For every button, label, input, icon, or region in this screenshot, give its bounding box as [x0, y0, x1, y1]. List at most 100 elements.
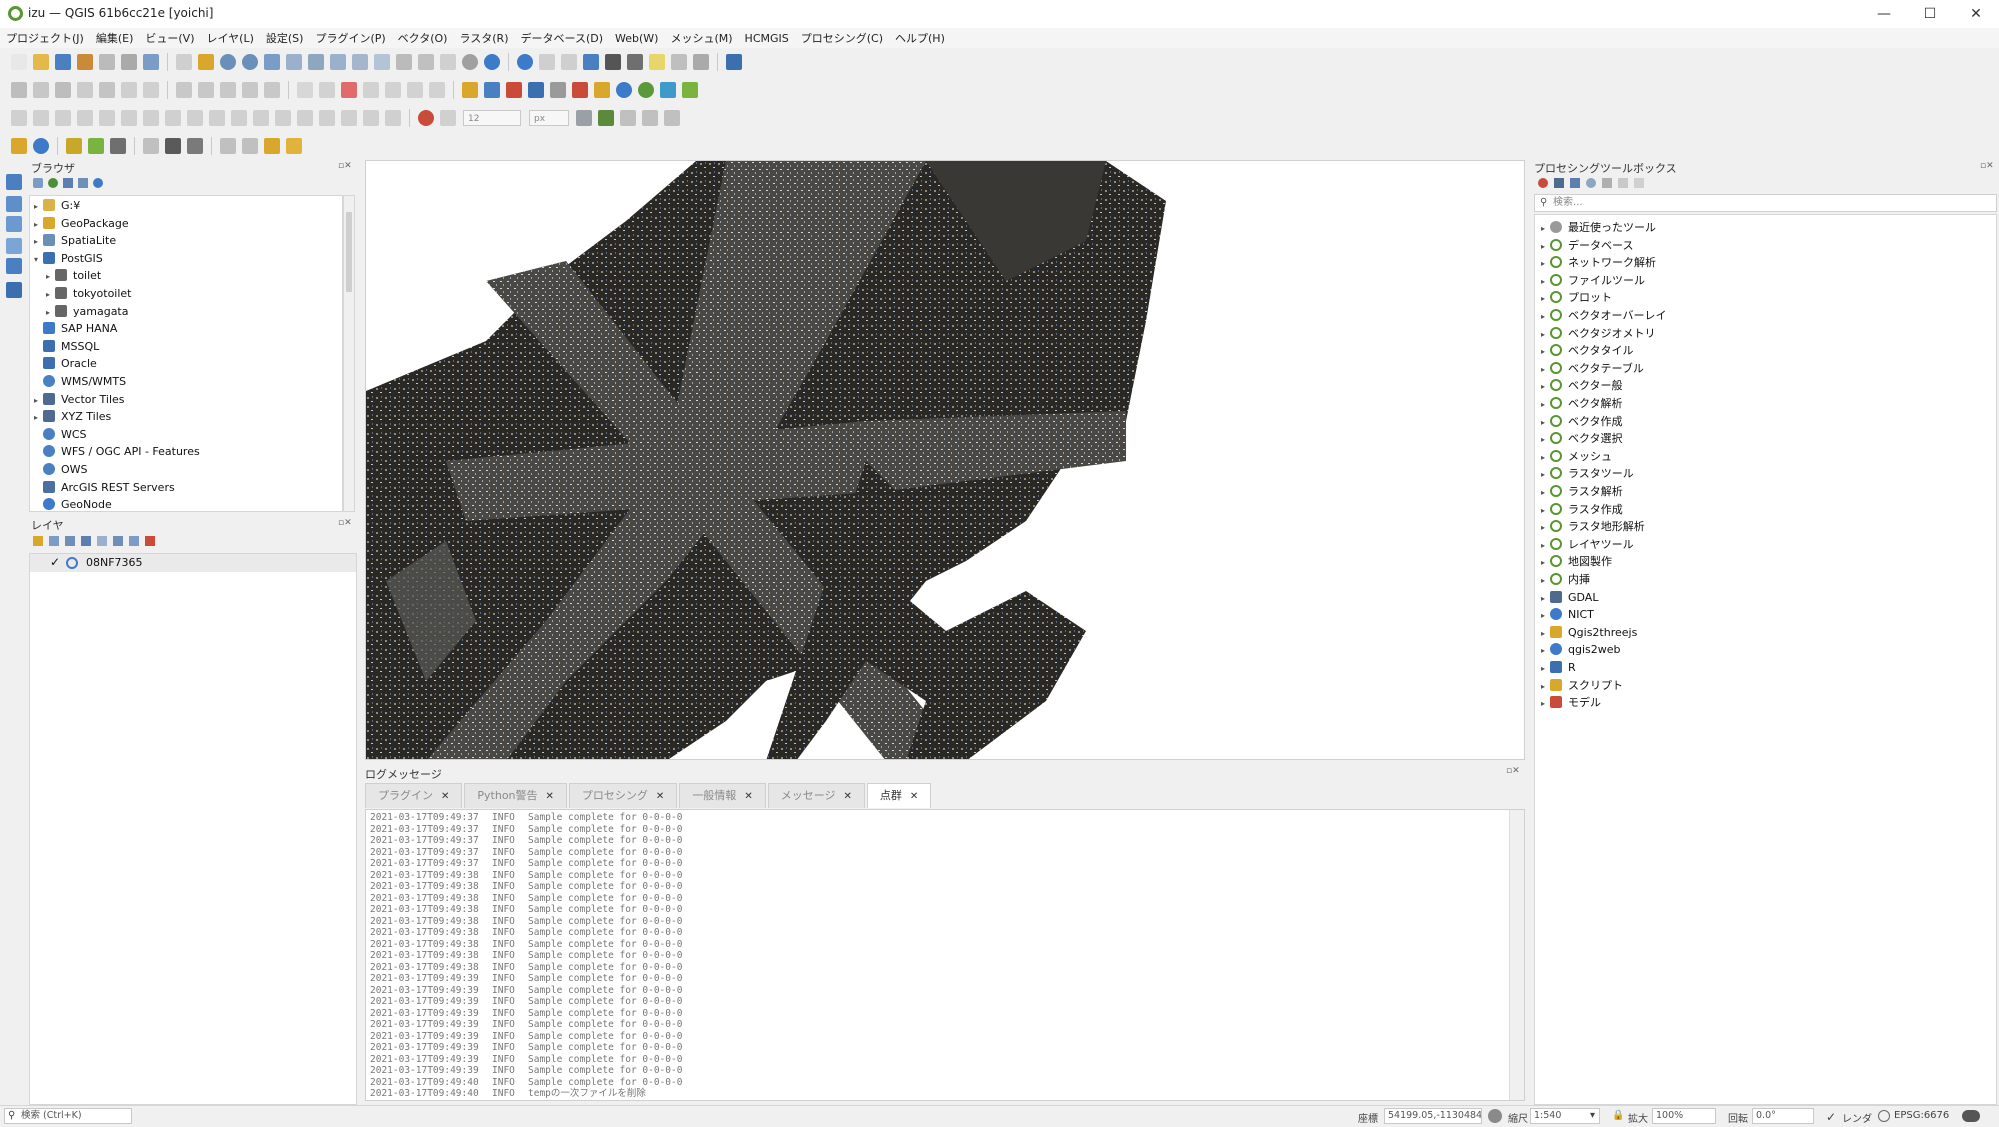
- processing-group[interactable]: ▸ qgis2web: [1541, 641, 1621, 658]
- browser-item[interactable]: WCS: [34, 426, 87, 443]
- refresh-icon[interactable]: [484, 54, 500, 70]
- browser-item[interactable]: ▸ GeoPackage: [34, 215, 129, 232]
- remove-layer-icon[interactable]: [145, 536, 155, 546]
- toggle-extents-icon[interactable]: [1488, 1109, 1502, 1123]
- split-parts-icon[interactable]: [143, 110, 159, 126]
- chevron-right-icon[interactable]: ▸: [1541, 554, 1550, 571]
- chevron-right-icon[interactable]: ▸: [34, 409, 43, 426]
- self-snap-icon[interactable]: [576, 110, 592, 126]
- chevron-right-icon[interactable]: ▸: [1541, 695, 1550, 712]
- merge-attr-icon[interactable]: [187, 110, 203, 126]
- select-icon[interactable]: [539, 54, 555, 70]
- pin-icon[interactable]: [594, 82, 610, 98]
- expand-all-icon[interactable]: [113, 536, 123, 546]
- close-tab-icon[interactable]: ✕: [546, 791, 554, 802]
- hcmgis-tool-icon[interactable]: [88, 138, 104, 154]
- chevron-down-icon[interactable]: ▾: [34, 251, 43, 268]
- rotate-icon[interactable]: [220, 82, 236, 98]
- advanced-digitize-icon[interactable]: [11, 110, 27, 126]
- processing-group[interactable]: ▸ ベクタテーブル: [1541, 360, 1644, 377]
- log-tab[interactable]: プロセシング ✕: [568, 783, 678, 808]
- chevron-right-icon[interactable]: ▸: [1541, 590, 1550, 607]
- plugin-icon[interactable]: [506, 82, 522, 98]
- chevron-right-icon[interactable]: ▸: [1541, 290, 1550, 307]
- browser-item[interactable]: ▸ SpatiaLite: [34, 232, 116, 249]
- properties-icon[interactable]: [93, 178, 103, 188]
- print-layout-icon[interactable]: [99, 54, 115, 70]
- chevron-right-icon[interactable]: ▸: [34, 216, 43, 233]
- zoom-selection-icon[interactable]: [286, 54, 302, 70]
- maximize-button[interactable]: ☐: [1912, 4, 1948, 24]
- browser-item[interactable]: ▾ PostGIS: [34, 250, 103, 267]
- wrench-icon[interactable]: [1634, 178, 1644, 188]
- processing-group[interactable]: ▸ データベース: [1541, 237, 1633, 254]
- locator-search-input[interactable]: 検索 (Ctrl+K): [4, 1108, 132, 1124]
- log-tab[interactable]: 点群 ✕: [866, 783, 932, 808]
- quick-osm-icon[interactable]: [550, 82, 566, 98]
- copy-move-icon[interactable]: [55, 110, 71, 126]
- processing-group[interactable]: ▸ ファイルツール: [1541, 272, 1645, 289]
- snapping-layer-icon[interactable]: [440, 110, 456, 126]
- close-tab-icon[interactable]: ✕: [656, 791, 664, 802]
- reverse-icon[interactable]: [253, 110, 269, 126]
- delete-part-icon[interactable]: [319, 110, 335, 126]
- minimize-button[interactable]: —: [1866, 4, 1902, 24]
- chevron-right-icon[interactable]: ▸: [1541, 678, 1550, 695]
- edit-pencil-icon[interactable]: [33, 82, 49, 98]
- label-dia-icon[interactable]: [429, 82, 445, 98]
- zoom-out-icon[interactable]: [242, 54, 258, 70]
- chevron-right-icon[interactable]: ▸: [1541, 431, 1550, 448]
- panel-dock-buttons[interactable]: ▫✕: [338, 518, 352, 528]
- add-mesh-layer-icon[interactable]: [6, 238, 22, 254]
- zoom-in-icon[interactable]: [220, 54, 236, 70]
- temporal-icon[interactable]: [462, 54, 478, 70]
- layer-row[interactable]: ✓ 08NF7365: [30, 554, 356, 572]
- merge-icon[interactable]: [165, 110, 181, 126]
- menu-item[interactable]: ヘルプ(H): [895, 30, 945, 46]
- menu-item[interactable]: ビュー(V): [145, 30, 194, 46]
- browser-item[interactable]: ▸ yamagata: [46, 303, 128, 320]
- close-tab-icon[interactable]: ✕: [843, 791, 851, 802]
- panel-dock-buttons[interactable]: ▫✕: [338, 161, 352, 171]
- chevron-down-icon[interactable]: ▾: [1590, 1110, 1595, 1121]
- deselect-icon[interactable]: [561, 54, 577, 70]
- browser-item[interactable]: SAP HANA: [34, 320, 117, 337]
- vertex-editor-icon[interactable]: [110, 138, 126, 154]
- log-tab[interactable]: メッセージ ✕: [767, 783, 865, 808]
- qgis2threejs-icon[interactable]: [462, 82, 478, 98]
- chevron-right-icon[interactable]: ▸: [1541, 220, 1550, 237]
- close-tab-icon[interactable]: ✕: [441, 791, 449, 802]
- label-icon[interactable]: [297, 82, 313, 98]
- chevron-right-icon[interactable]: ▸: [1541, 466, 1550, 483]
- processing-group[interactable]: ▸ R: [1541, 659, 1576, 676]
- chevron-right-icon[interactable]: ▸: [1541, 642, 1550, 659]
- cut-icon[interactable]: [143, 82, 159, 98]
- close-window-button[interactable]: ✕: [1958, 4, 1994, 24]
- fill-ring-icon[interactable]: [275, 110, 291, 126]
- filter-legend-icon[interactable]: [81, 536, 91, 546]
- measure-icon[interactable]: [627, 54, 643, 70]
- chevron-right-icon[interactable]: ▸: [1541, 519, 1550, 536]
- render-checkbox[interactable]: ✓: [1826, 1110, 1836, 1124]
- processing-group[interactable]: ▸ ベクタジオメトリ: [1541, 325, 1656, 342]
- processing-group[interactable]: ▸ ラスタ解析: [1541, 483, 1623, 500]
- processing-group[interactable]: ▸ ベクタ作成: [1541, 413, 1623, 430]
- hcmgis-icon[interactable]: [66, 138, 82, 154]
- digitize-icon[interactable]: [11, 82, 27, 98]
- help-icon[interactable]: [726, 54, 742, 70]
- menu-item[interactable]: ラスタ(R): [459, 30, 508, 46]
- snapping-pref-icon[interactable]: [664, 110, 680, 126]
- chevron-right-icon[interactable]: ▸: [1541, 502, 1550, 519]
- add-layer-icon[interactable]: [6, 174, 22, 190]
- chevron-right-icon[interactable]: ▸: [1541, 361, 1550, 378]
- browser-item[interactable]: ArcGIS REST Servers: [34, 479, 175, 496]
- undo-icon[interactable]: [176, 82, 192, 98]
- capture-icon[interactable]: [220, 138, 236, 154]
- scripts-icon[interactable]: [1554, 178, 1564, 188]
- close-tab-icon[interactable]: ✕: [744, 791, 752, 802]
- chevron-right-icon[interactable]: ▸: [1541, 572, 1550, 589]
- chevron-right-icon[interactable]: ▸: [1541, 537, 1550, 554]
- new-map-view-icon[interactable]: [396, 54, 412, 70]
- processing-group[interactable]: ▸ 内挿: [1541, 571, 1590, 588]
- zoom-next-icon[interactable]: [374, 54, 390, 70]
